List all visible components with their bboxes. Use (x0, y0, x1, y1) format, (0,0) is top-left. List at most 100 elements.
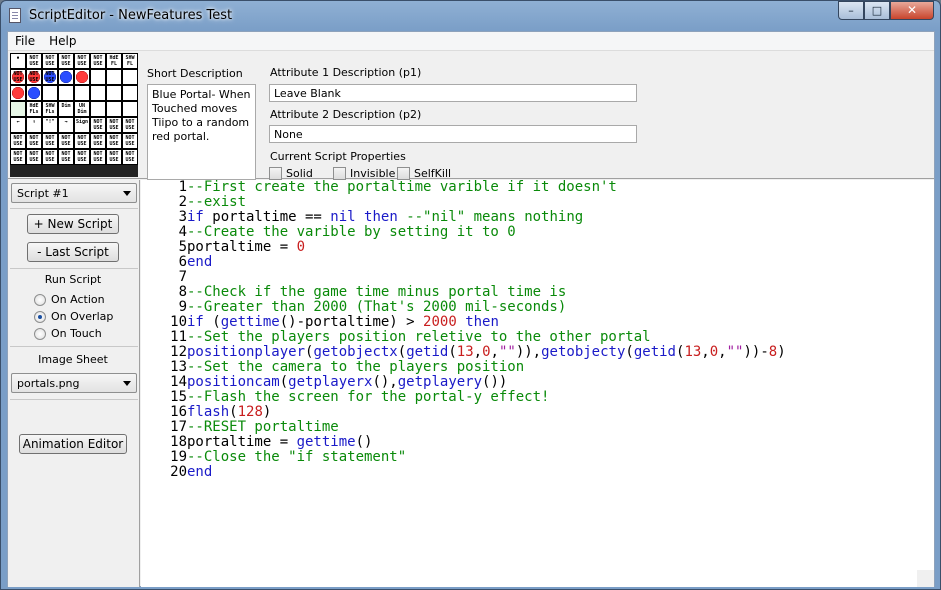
script-select[interactable]: Script #1 (11, 183, 137, 203)
palette-tile[interactable]: NOT USE (90, 133, 106, 149)
short-description-textarea[interactable]: Blue Portal- When Touched moves Tiipo to… (147, 84, 256, 180)
solid-checkbox[interactable]: Solid (269, 167, 313, 180)
palette-tile[interactable] (58, 85, 74, 101)
code-text[interactable]: flash(128) (187, 404, 271, 420)
menu-file[interactable]: File (8, 32, 42, 50)
code-text[interactable]: --First create the portaltime varible if… (187, 180, 617, 195)
code-text[interactable]: --Set the players position reletive to t… (187, 329, 651, 345)
code-text[interactable]: --RESET portaltime (187, 419, 339, 435)
code-text[interactable]: --Check if the game time minus portal ti… (187, 284, 566, 300)
title-bar[interactable]: ScriptEditor - NewFeatures Test – □ ✕ (1, 1, 940, 31)
palette-tile[interactable] (90, 85, 106, 101)
palette-tile[interactable]: NOT USE (122, 117, 138, 133)
code-line[interactable]: 13--Set the camera to the players positi… (141, 360, 934, 375)
animation-editor-button[interactable]: Animation Editor (19, 434, 127, 454)
code-line[interactable]: 9--Greater than 2000 (That's 2000 mil-se… (141, 300, 934, 315)
maximize-button[interactable]: □ (864, 1, 890, 20)
palette-tile[interactable]: NOT USE (58, 149, 74, 165)
code-text[interactable]: positioncam(getplayerx(),getplayery()) (187, 374, 507, 390)
last-script-button[interactable]: - Last Script (27, 242, 119, 262)
code-text[interactable]: --Close the "if statement" (187, 449, 406, 465)
palette-tile[interactable] (26, 85, 42, 101)
code-line[interactable]: 3if portaltime == nil then --"nil" means… (141, 210, 934, 225)
code-text[interactable]: portaltime = 0 (187, 239, 305, 255)
palette-tile[interactable]: NOT USE (122, 149, 138, 165)
code-line[interactable]: 20end (141, 465, 934, 480)
code-text[interactable]: --Set the camera to the players position (187, 359, 524, 375)
palette-tile[interactable]: HdE FLs (26, 101, 42, 117)
code-text[interactable]: end (187, 254, 212, 270)
close-button[interactable]: ✕ (890, 1, 934, 20)
palette-tile[interactable] (122, 69, 138, 85)
palette-tile[interactable]: → (58, 117, 74, 133)
new-script-button[interactable]: + New Script (27, 214, 119, 234)
palette-tile[interactable] (42, 85, 58, 101)
palette-tile[interactable]: NOT USE (26, 133, 42, 149)
palette-tile[interactable]: NOT USE (42, 133, 58, 149)
radio-on-overlap[interactable]: On Overlap (34, 310, 113, 323)
code-text[interactable]: if (gettime()-portaltime) > 2000 then (187, 314, 499, 330)
palette-tile[interactable]: HdE FL (106, 53, 122, 69)
palette-tile[interactable]: NOT USE (26, 149, 42, 165)
palette-tile[interactable] (58, 69, 74, 85)
palette-tile[interactable]: NOT USE (106, 117, 122, 133)
code-line[interactable]: 19--Close the "if statement" (141, 450, 934, 465)
code-text[interactable]: portaltime = gettime() (187, 434, 372, 450)
palette-tile[interactable]: NOT USE (42, 53, 58, 69)
palette-tile[interactable]: NOT USE (74, 149, 90, 165)
image-sheet-select[interactable]: portals.png (11, 373, 137, 393)
palette-tile[interactable]: NOT USE (26, 69, 42, 85)
palette-tile[interactable]: NOT USE (10, 69, 26, 85)
code-text[interactable]: --Greater than 2000 (That's 2000 mil-sec… (187, 299, 566, 315)
radio-button[interactable] (34, 327, 46, 340)
invisible-checkbox[interactable]: Invisible (333, 167, 395, 180)
code-line[interactable]: 16flash(128) (141, 405, 934, 420)
palette-tile[interactable]: ↑ (26, 117, 42, 133)
menu-help[interactable]: Help (42, 32, 83, 50)
code-line[interactable]: 7 (141, 270, 934, 285)
palette-tile[interactable]: ▪ (10, 53, 26, 69)
code-line[interactable]: 15--Flash the screen for the portal-y ef… (141, 390, 934, 405)
palette-tile[interactable] (90, 101, 106, 117)
code-line[interactable]: 2--exist (141, 195, 934, 210)
code-line[interactable]: 11--Set the players position reletive to… (141, 330, 934, 345)
palette-tile[interactable]: UN Dim (74, 101, 90, 117)
checkbox-box[interactable] (397, 167, 410, 180)
code-editor[interactable]: 1--First create the portaltime varible i… (141, 180, 934, 587)
attribute2-input[interactable]: None (269, 125, 637, 143)
radio-button[interactable] (34, 293, 46, 306)
palette-tile[interactable]: Sign (74, 117, 90, 133)
palette-tile[interactable]: Dim (58, 101, 74, 117)
code-text[interactable]: if portaltime == nil then --"nil" means … (187, 209, 583, 225)
palette-tile[interactable]: NOT USE (106, 149, 122, 165)
palette-tile[interactable]: NOT USE (90, 149, 106, 165)
selfkill-checkbox[interactable]: SelfKill (397, 167, 451, 180)
palette-tile[interactable]: NOT USE (58, 133, 74, 149)
radio-on-touch[interactable]: On Touch (34, 327, 102, 340)
checkbox-box[interactable] (333, 167, 346, 180)
code-line[interactable]: 17--RESET portaltime (141, 420, 934, 435)
code-line[interactable]: 6end (141, 255, 934, 270)
palette-tile[interactable]: NOT USE (42, 69, 58, 85)
code-line[interactable]: 14positioncam(getplayerx(),getplayery()) (141, 375, 934, 390)
radio-button-selected[interactable] (34, 310, 46, 323)
palette-tile[interactable]: NOT USE (74, 53, 90, 69)
palette-tile[interactable] (106, 85, 122, 101)
palette-tile[interactable]: NOT USE (106, 133, 122, 149)
palette-tile[interactable] (122, 85, 138, 101)
palette-tile[interactable]: ← (10, 117, 26, 133)
palette-tile[interactable]: SHW FLs (42, 101, 58, 117)
code-line[interactable]: 4--Create the varible by setting it to 0 (141, 225, 934, 240)
palette-tile[interactable]: NOT USE (74, 133, 90, 149)
checkbox-box[interactable] (269, 167, 282, 180)
palette-tile[interactable] (74, 69, 90, 85)
palette-tile[interactable] (10, 101, 26, 117)
palette-tile[interactable]: NOT USE (42, 149, 58, 165)
palette-tile[interactable]: SHW FL (122, 53, 138, 69)
code-text[interactable]: --exist (187, 194, 246, 210)
code-text[interactable]: positionplayer(getobjectx(getid(13,0,"")… (187, 344, 786, 360)
palette-tile[interactable] (74, 85, 90, 101)
code-line[interactable]: 12positionplayer(getobjectx(getid(13,0,"… (141, 345, 934, 360)
palette-tile[interactable]: NOT USE (122, 133, 138, 149)
code-line[interactable]: 1--First create the portaltime varible i… (141, 180, 934, 195)
